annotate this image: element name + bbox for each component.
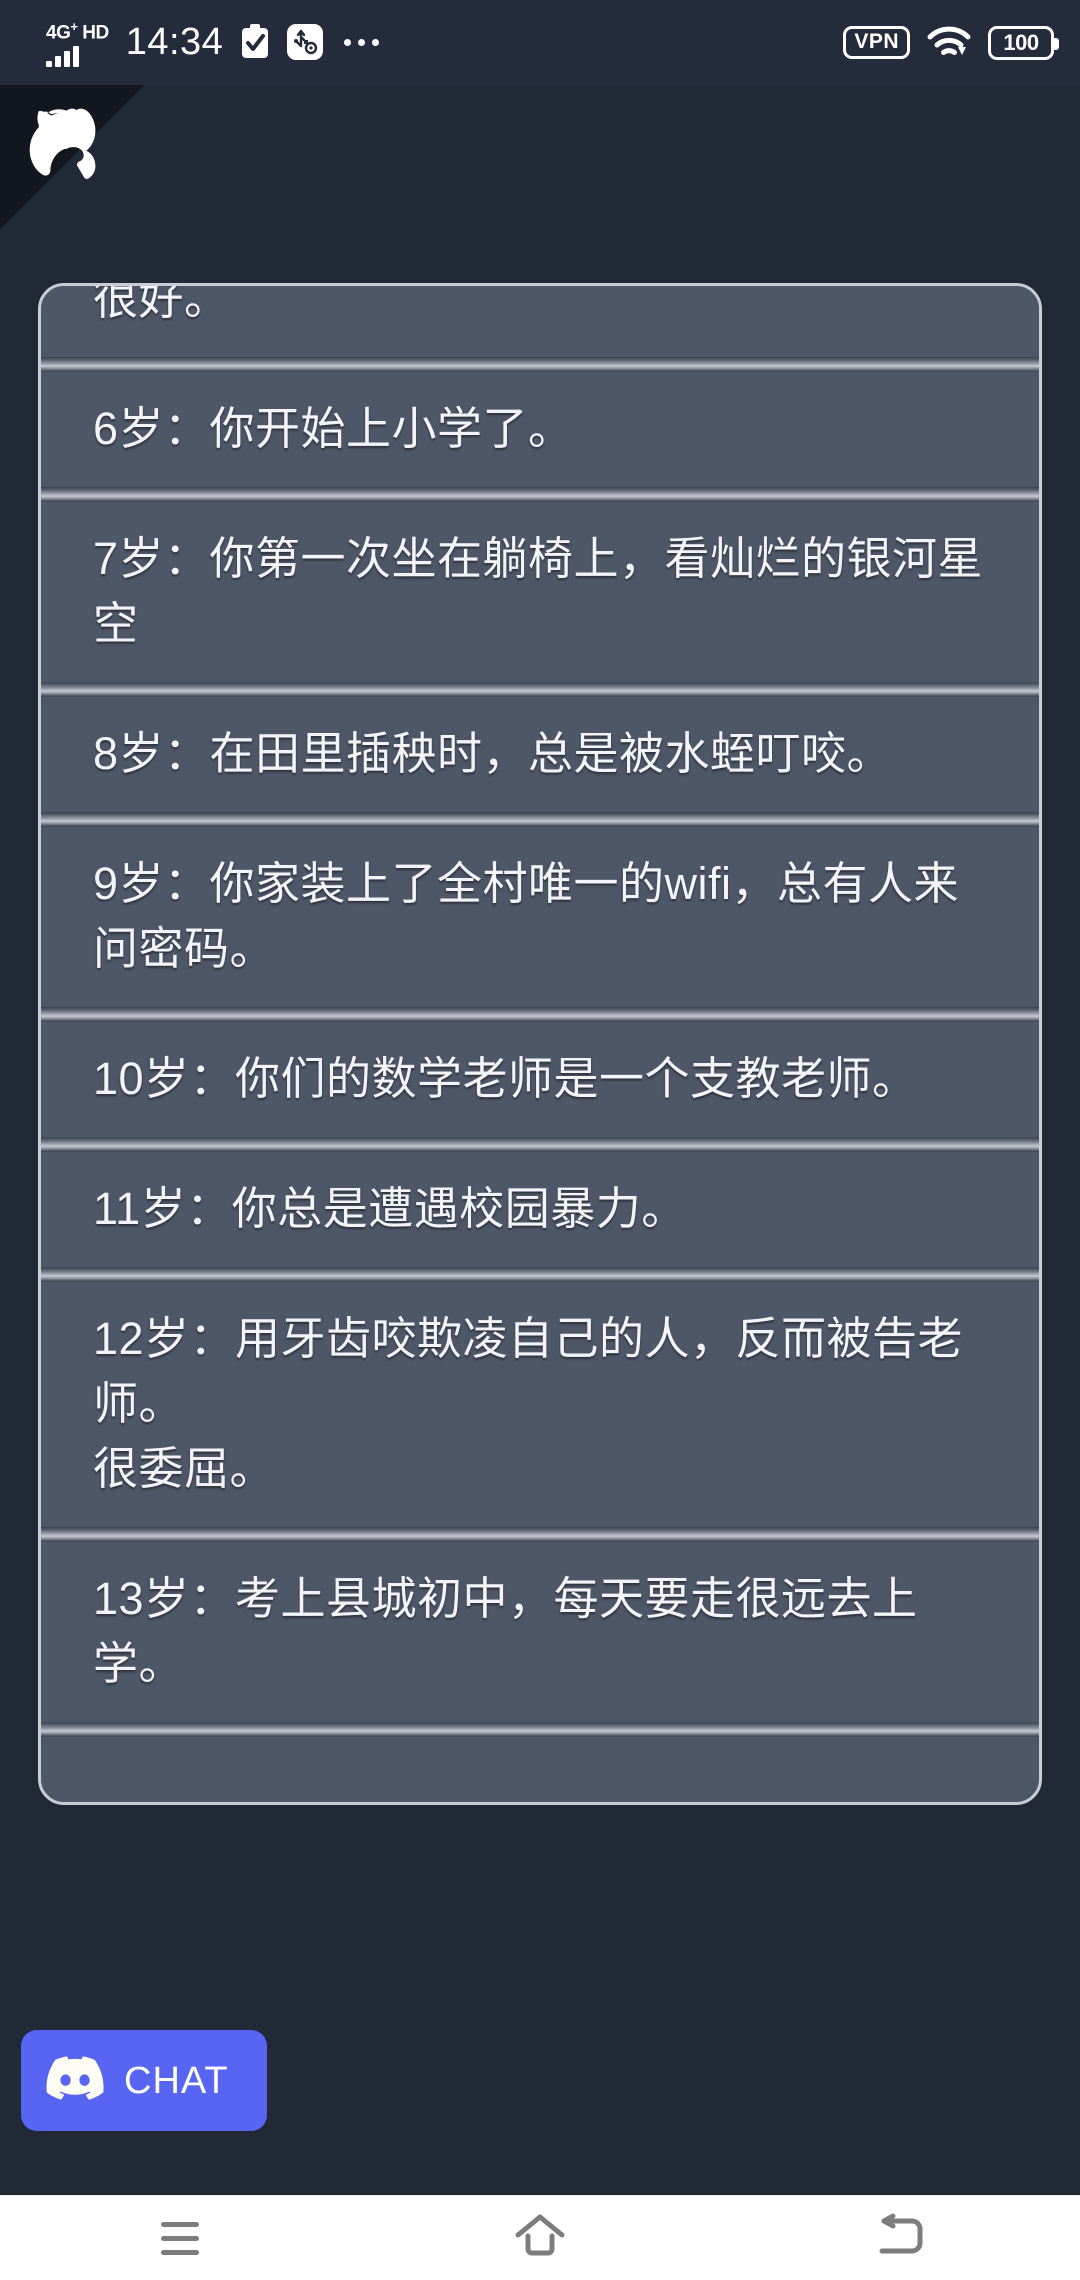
status-bar-clock: 14:34 (125, 21, 224, 64)
network-type-label: 4G+ HD (46, 18, 109, 42)
life-events-card[interactable]: 很好。 6岁：你开始上小学了。 7岁：你第一次坐在躺椅上，看灿烂的银河星空 8岁… (38, 283, 1042, 1805)
back-button[interactable] (820, 2196, 980, 2280)
network-hd-text: HD (82, 22, 109, 44)
network-plus-text: + (70, 19, 78, 35)
home-button[interactable] (460, 2196, 620, 2280)
list-item[interactable]: 12岁：用牙齿咬欺凌自己的人，反而被告老师。 很委屈。 (41, 1282, 1039, 1527)
status-bar: 4G+ HD 14:34 VPN 100 (0, 0, 1080, 85)
clipboard-check-icon (240, 24, 270, 60)
wifi-icon (926, 25, 972, 61)
battery-indicator: 100 (988, 25, 1059, 60)
usb-settings-icon (287, 24, 324, 61)
list-item[interactable]: 9岁：你家装上了全村唯一的wifi，总有人来问密码。 (41, 827, 1039, 1007)
event-text: 10岁：你们的数学老师是一个支教老师。 (93, 1053, 918, 1104)
recents-menu-icon (161, 2221, 199, 2255)
status-bar-right: VPN 100 (843, 25, 1059, 61)
event-text: 7岁：你第一次坐在躺椅上，看灿烂的银河星空 (93, 533, 984, 649)
list-item[interactable]: 13岁：考上县城初中，每天要走很远去上学。 (41, 1542, 1039, 1722)
row-divider (41, 1267, 1039, 1282)
event-text: 8岁：在田里插秧时，总是被水蛭叮咬。 (93, 728, 893, 779)
list-item[interactable]: 11岁：你总是遭遇校园暴力。 (41, 1152, 1039, 1267)
event-text: 12岁：用牙齿咬欺凌自己的人，反而被告老师。 很委屈。 (93, 1313, 964, 1494)
signal-bars-icon (46, 45, 79, 67)
event-text: 9岁：你家装上了全村唯一的wifi，总有人来问密码。 (93, 858, 960, 974)
github-corner-link[interactable] (0, 85, 225, 310)
status-bar-left: 4G+ HD 14:34 (46, 18, 380, 67)
recents-button[interactable] (100, 2196, 260, 2280)
row-divider (41, 1137, 1039, 1152)
event-text: 很好。 (93, 283, 230, 324)
row-divider (41, 1722, 1039, 1737)
home-icon (514, 2213, 566, 2264)
events-scroll-area[interactable]: 很好。 6岁：你开始上小学了。 7岁：你第一次坐在躺椅上，看灿烂的银河星空 8岁… (41, 283, 1039, 1737)
network-type-text: 4G (46, 22, 71, 44)
event-text: 6岁：你开始上小学了。 (93, 403, 574, 454)
battery-level-text: 100 (1003, 29, 1039, 55)
discord-icon (46, 2056, 104, 2105)
row-divider (41, 487, 1039, 502)
row-divider (41, 682, 1039, 697)
row-divider (41, 357, 1039, 372)
event-text: 11岁：你总是遭遇校园暴力。 (93, 1183, 687, 1234)
list-item[interactable]: 8岁：在田里插秧时，总是被水蛭叮咬。 (41, 697, 1039, 812)
android-navigation-bar (0, 2195, 1080, 2280)
event-text: 13岁：考上县城初中，每天要走很远去上学。 (93, 1573, 918, 1689)
row-divider (41, 812, 1039, 827)
signal-indicator: 4G+ HD (46, 18, 109, 67)
more-dots-icon (344, 38, 380, 46)
chat-button-label: CHAT (124, 2059, 229, 2102)
back-arrow-icon (874, 2213, 926, 2264)
row-divider (41, 1007, 1039, 1022)
row-divider (41, 1527, 1039, 1542)
discord-chat-button[interactable]: CHAT (21, 2030, 267, 2131)
list-item[interactable]: 6岁：你开始上小学了。 (41, 372, 1039, 487)
list-item[interactable]: 7岁：你第一次坐在躺椅上，看灿烂的银河星空 (41, 502, 1039, 682)
list-item[interactable]: 10岁：你们的数学老师是一个支教老师。 (41, 1022, 1039, 1137)
vpn-badge: VPN (843, 26, 910, 59)
